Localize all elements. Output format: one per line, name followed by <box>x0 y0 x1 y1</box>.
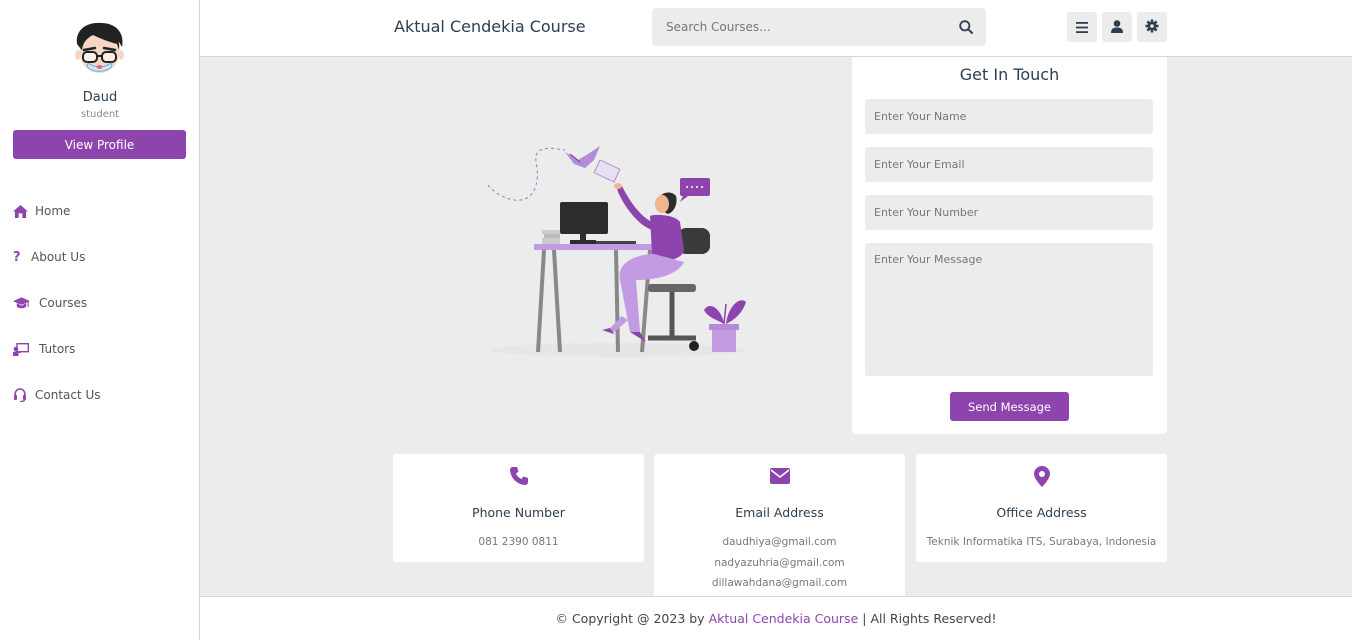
user-button[interactable] <box>1102 12 1132 42</box>
email-card: Email Address daudhiya@gmail.com nadyazu… <box>654 454 905 604</box>
email-field[interactable] <box>865 147 1153 182</box>
avatar-icon <box>75 22 124 73</box>
address-card: Office Address Teknik Informatika ITS, S… <box>916 454 1167 562</box>
gear-icon <box>1145 18 1159 37</box>
user-icon <box>1111 18 1123 37</box>
copyright-suffix: | All Rights Reserved! <box>862 611 997 626</box>
user-role: student <box>80 109 120 120</box>
sidebar-item-label: About Us <box>31 250 86 264</box>
email-value: dillawahdana@gmail.com <box>711 577 848 589</box>
envelope-icon <box>654 464 905 488</box>
headset-icon <box>13 388 35 402</box>
avatar[interactable] <box>71 20 128 77</box>
view-profile-button[interactable]: View Profile <box>13 130 186 159</box>
form-title: Get In Touch <box>959 65 1060 84</box>
email-values: daudhiya@gmail.com nadyazuhria@gmail.com… <box>654 532 905 594</box>
sidebar-item-label: Courses <box>39 296 88 310</box>
card-title: Phone Number <box>472 505 565 520</box>
graduation-cap-icon <box>13 297 39 309</box>
user-name: Daud <box>82 90 118 105</box>
search-input[interactable] <box>652 8 946 46</box>
home-icon <box>13 204 35 218</box>
card-title: Office Address <box>996 505 1087 520</box>
contact-form: Get In Touch Send Message <box>852 57 1167 434</box>
contact-illustration <box>470 130 760 365</box>
search-icon[interactable] <box>946 20 986 34</box>
message-field[interactable] <box>865 243 1153 376</box>
number-field[interactable] <box>865 195 1153 230</box>
sidebar-item-label: Contact Us <box>35 388 101 402</box>
brand-logo[interactable]: Aktual Cendekia Course <box>394 17 586 36</box>
footer: © Copyright @ 2023 by Aktual Cendekia Co… <box>200 596 1352 640</box>
card-title: Email Address <box>735 505 824 520</box>
sidebar-item-label: Tutors <box>39 342 76 356</box>
phone-value: 081 2390 0811 <box>478 536 559 548</box>
settings-button[interactable] <box>1137 12 1167 42</box>
email-value: nadyazuhria@gmail.com <box>714 556 845 569</box>
name-field[interactable] <box>865 99 1153 134</box>
copyright-prefix: © Copyright @ 2023 by <box>555 611 705 626</box>
chalkboard-teacher-icon <box>13 342 39 356</box>
phone-card: Phone Number 081 2390 0811 <box>393 454 644 562</box>
sidebar-item-tutors[interactable]: Tutors <box>13 326 193 372</box>
sidebar: Daud student View Profile Home ? About U… <box>0 0 200 640</box>
footer-brand-link[interactable]: Aktual Cendekia Course <box>709 611 859 626</box>
sidebar-item-courses[interactable]: Courses <box>13 280 193 326</box>
sidebar-item-label: Home <box>35 204 71 218</box>
sidebar-item-about-us[interactable]: ? About Us <box>13 234 193 280</box>
sidebar-nav: Home ? About Us Courses Tutors Contact U… <box>13 188 193 418</box>
phone-icon <box>393 464 644 488</box>
map-marker-icon <box>916 464 1167 488</box>
sidebar-item-contact-us[interactable]: Contact Us <box>13 372 193 418</box>
menu-icon <box>1076 18 1088 37</box>
top-header: Aktual Cendekia Course <box>200 0 1352 57</box>
menu-button[interactable] <box>1067 12 1097 42</box>
question-icon: ? <box>13 249 21 265</box>
email-value: daudhiya@gmail.com <box>722 536 837 548</box>
send-message-button[interactable]: Send Message <box>950 392 1069 421</box>
sidebar-item-home[interactable]: Home <box>13 188 193 234</box>
address-value: Teknik Informatika ITS, Surabaya, Indone… <box>926 536 1157 548</box>
search-bar <box>652 8 986 46</box>
